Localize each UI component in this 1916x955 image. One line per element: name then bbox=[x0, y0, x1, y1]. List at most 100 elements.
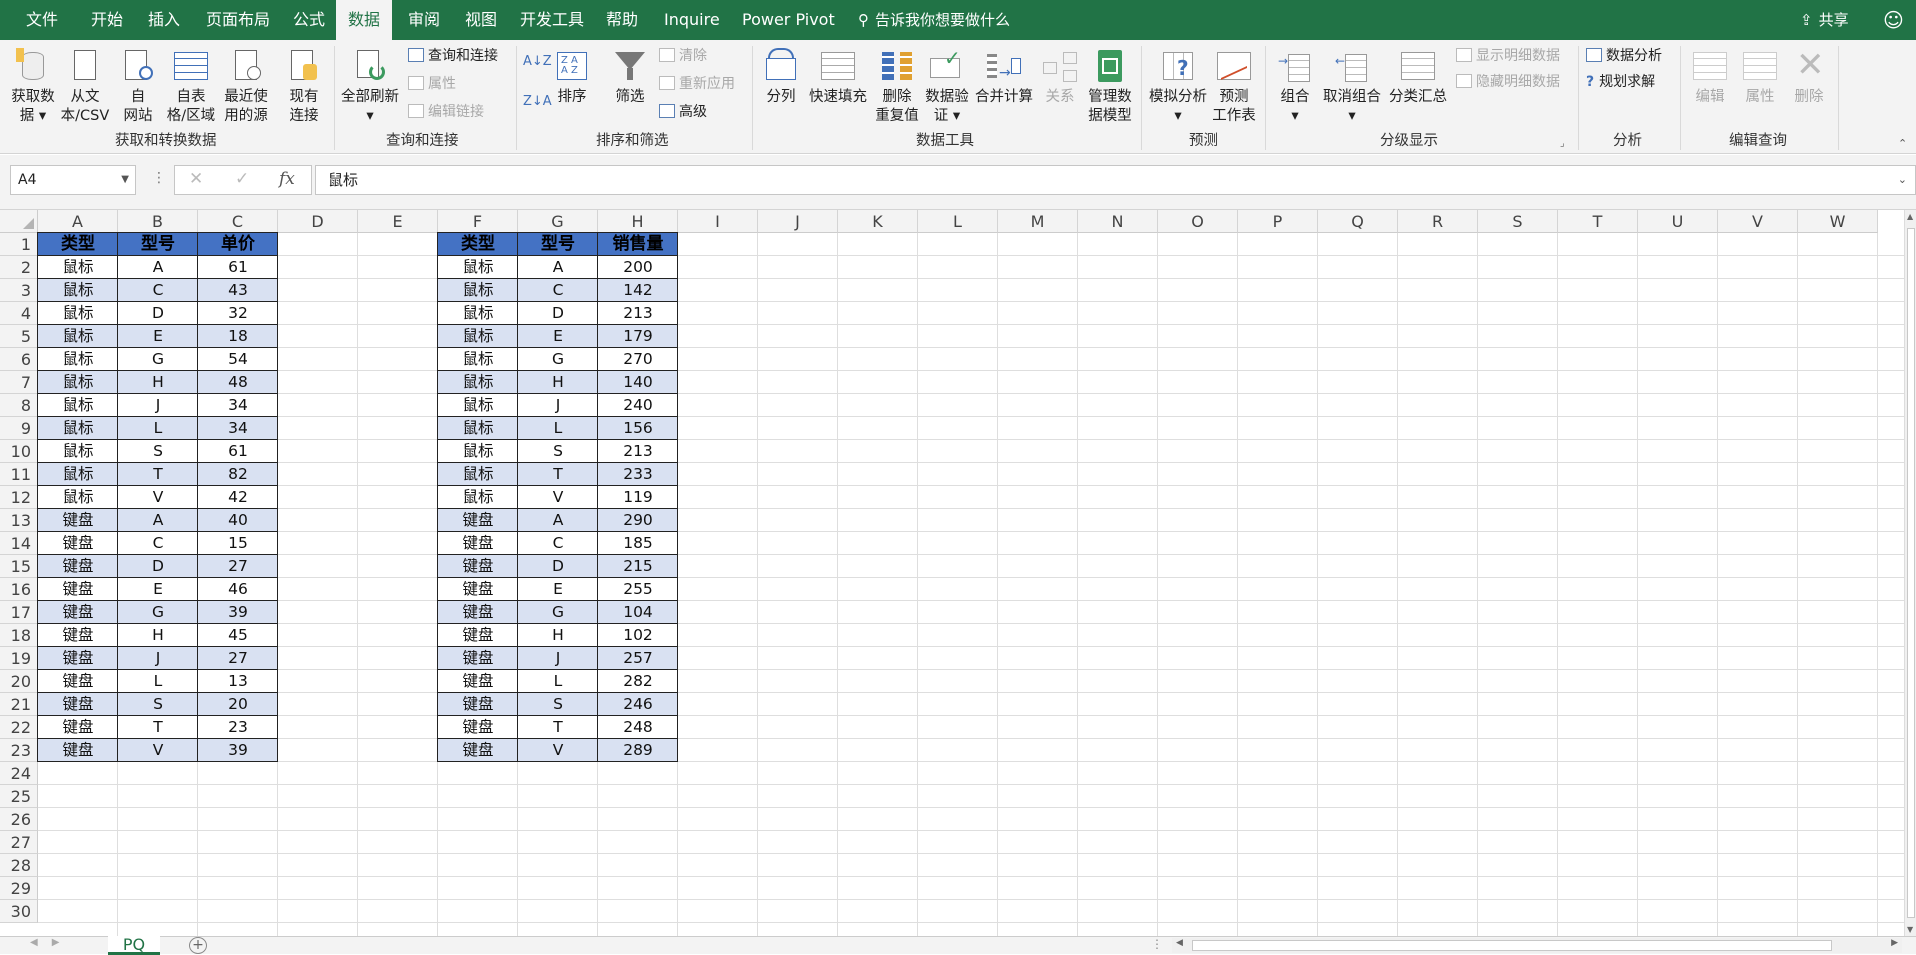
table-cell[interactable]: 键盘 bbox=[38, 716, 118, 739]
table-cell[interactable]: 40 bbox=[198, 509, 278, 532]
table-cell[interactable]: 鼠标 bbox=[438, 325, 518, 348]
table-cell[interactable]: A bbox=[518, 509, 598, 532]
table-cell[interactable]: 键盘 bbox=[438, 647, 518, 670]
table-header-cell[interactable]: 销售量 bbox=[598, 233, 678, 256]
table-cell[interactable]: 键盘 bbox=[38, 532, 118, 555]
table-cell[interactable]: 键盘 bbox=[438, 555, 518, 578]
horizontal-scrollbar[interactable]: ◀ ▶ bbox=[1172, 938, 1902, 953]
table-cell[interactable]: 鼠标 bbox=[38, 486, 118, 509]
table-cell[interactable]: 43 bbox=[198, 279, 278, 302]
forecast-sheet-button[interactable]: 预测 工作表 bbox=[1210, 48, 1258, 126]
formula-input[interactable]: 鼠标 ⌄ bbox=[315, 165, 1916, 195]
table-cell[interactable]: D bbox=[118, 555, 198, 578]
table-cell[interactable]: H bbox=[518, 371, 598, 394]
table-cell[interactable]: H bbox=[118, 371, 198, 394]
table-cell[interactable]: 鼠标 bbox=[438, 394, 518, 417]
delete-query-button[interactable]: ✕ 删除 bbox=[1788, 48, 1830, 107]
table-cell[interactable]: 键盘 bbox=[438, 739, 518, 762]
column-header[interactable]: S bbox=[1478, 210, 1558, 233]
table-cell[interactable]: G bbox=[518, 348, 598, 371]
table-cell[interactable]: 39 bbox=[198, 601, 278, 624]
existing-connections-button[interactable]: 现有 连接 bbox=[282, 48, 326, 126]
scroll-left-icon[interactable]: ◀ bbox=[1176, 938, 1183, 948]
column-header[interactable]: V bbox=[1718, 210, 1798, 233]
column-header[interactable]: J bbox=[758, 210, 838, 233]
tab-split-grip-icon[interactable]: ⋮ bbox=[1151, 937, 1163, 951]
row-header[interactable]: 8 bbox=[0, 394, 38, 417]
table-cell[interactable]: 键盘 bbox=[38, 624, 118, 647]
flash-fill-button[interactable]: 快速填充 bbox=[806, 48, 870, 107]
edit-query-button[interactable]: 编辑 bbox=[1688, 48, 1732, 107]
row-header[interactable]: 28 bbox=[0, 854, 38, 877]
row-header[interactable]: 25 bbox=[0, 785, 38, 808]
table-cell[interactable]: 鼠标 bbox=[38, 279, 118, 302]
menu-tab-11[interactable]: Power Pivot bbox=[742, 0, 835, 40]
menu-tab-1[interactable]: 开始 bbox=[91, 0, 123, 40]
table-cell[interactable]: 鼠标 bbox=[438, 279, 518, 302]
table-cell[interactable]: V bbox=[118, 486, 198, 509]
row-header[interactable]: 20 bbox=[0, 670, 38, 693]
column-header[interactable]: K bbox=[838, 210, 918, 233]
table-cell[interactable]: 27 bbox=[198, 555, 278, 578]
table-cell[interactable]: 104 bbox=[598, 601, 678, 624]
vertical-scroll-thumb[interactable] bbox=[1907, 228, 1915, 918]
column-header[interactable]: G bbox=[518, 210, 598, 233]
recent-sources-button[interactable]: 最近使 用的源 bbox=[220, 48, 272, 126]
share-button[interactable]: ⇪ 共享 bbox=[1800, 0, 1849, 40]
table-cell[interactable]: 185 bbox=[598, 532, 678, 555]
table-cell[interactable]: 32 bbox=[198, 302, 278, 325]
table-cell[interactable]: 20 bbox=[198, 693, 278, 716]
table-cell[interactable]: 鼠标 bbox=[438, 302, 518, 325]
table-header-cell[interactable]: 类型 bbox=[438, 233, 518, 256]
row-header[interactable]: 12 bbox=[0, 486, 38, 509]
table-cell[interactable]: 39 bbox=[198, 739, 278, 762]
row-header[interactable]: 16 bbox=[0, 578, 38, 601]
outline-dialog-launcher-icon[interactable]: ⌟ bbox=[1560, 134, 1565, 154]
table-header-cell[interactable]: 型号 bbox=[118, 233, 198, 256]
table-cell[interactable]: 255 bbox=[598, 578, 678, 601]
table-cell[interactable]: T bbox=[118, 716, 198, 739]
table-cell[interactable]: S bbox=[118, 440, 198, 463]
table-cell[interactable]: L bbox=[118, 417, 198, 440]
table-cell[interactable]: 257 bbox=[598, 647, 678, 670]
table-cell[interactable]: 246 bbox=[598, 693, 678, 716]
worksheet-grid[interactable]: A B C D E F G H I J K L M N O P Q R S T U V W 1 2 3 4 5 6 7 8 9 10 11 12 13… bbox=[0, 210, 1904, 936]
table-cell[interactable]: 61 bbox=[198, 256, 278, 279]
table-cell[interactable]: V bbox=[118, 739, 198, 762]
table-cell[interactable]: 34 bbox=[198, 417, 278, 440]
advanced-filter-button[interactable]: 高级 bbox=[659, 102, 707, 122]
tell-me-search[interactable]: ⚲ 告诉我你想要做什么 bbox=[858, 0, 1010, 40]
table-cell[interactable]: S bbox=[118, 693, 198, 716]
table-cell[interactable]: L bbox=[518, 417, 598, 440]
table-cell[interactable]: 鼠标 bbox=[438, 348, 518, 371]
row-header[interactable]: 27 bbox=[0, 831, 38, 854]
filter-button[interactable]: 筛选 bbox=[610, 48, 650, 107]
column-header[interactable]: O bbox=[1158, 210, 1238, 233]
table-cell[interactable]: 键盘 bbox=[438, 624, 518, 647]
column-header[interactable]: T bbox=[1558, 210, 1638, 233]
table-cell[interactable]: T bbox=[118, 463, 198, 486]
column-header[interactable]: R bbox=[1398, 210, 1478, 233]
table-cell[interactable]: H bbox=[118, 624, 198, 647]
what-if-analysis-button[interactable]: ? 模拟分析 ▾ bbox=[1146, 48, 1210, 126]
table-cell[interactable]: 鼠标 bbox=[438, 371, 518, 394]
table-cell[interactable]: 键盘 bbox=[38, 693, 118, 716]
table-cell[interactable]: 200 bbox=[598, 256, 678, 279]
table-cell[interactable]: 34 bbox=[198, 394, 278, 417]
row-header[interactable]: 21 bbox=[0, 693, 38, 716]
table-cell[interactable]: T bbox=[518, 463, 598, 486]
table-cell[interactable]: 13 bbox=[198, 670, 278, 693]
table-cell[interactable]: 键盘 bbox=[438, 693, 518, 716]
table-cell[interactable]: E bbox=[518, 578, 598, 601]
column-header[interactable]: M bbox=[998, 210, 1078, 233]
table-cell[interactable]: 270 bbox=[598, 348, 678, 371]
insert-function-icon[interactable]: fx bbox=[279, 169, 295, 189]
cancel-icon[interactable]: ✕ bbox=[189, 169, 203, 189]
remove-duplicates-button[interactable]: 删除 重复值 bbox=[872, 48, 922, 126]
show-detail-button[interactable]: 显示明细数据 bbox=[1456, 46, 1560, 66]
menu-tab-8[interactable]: 开发工具 bbox=[520, 0, 584, 40]
table-cell[interactable]: 233 bbox=[598, 463, 678, 486]
expand-formula-bar-icon[interactable]: ⌄ bbox=[1898, 166, 1907, 194]
sheet-tab-pq[interactable]: PQ bbox=[108, 936, 160, 955]
group-button[interactable]: → 组合 ▾ bbox=[1274, 48, 1316, 126]
